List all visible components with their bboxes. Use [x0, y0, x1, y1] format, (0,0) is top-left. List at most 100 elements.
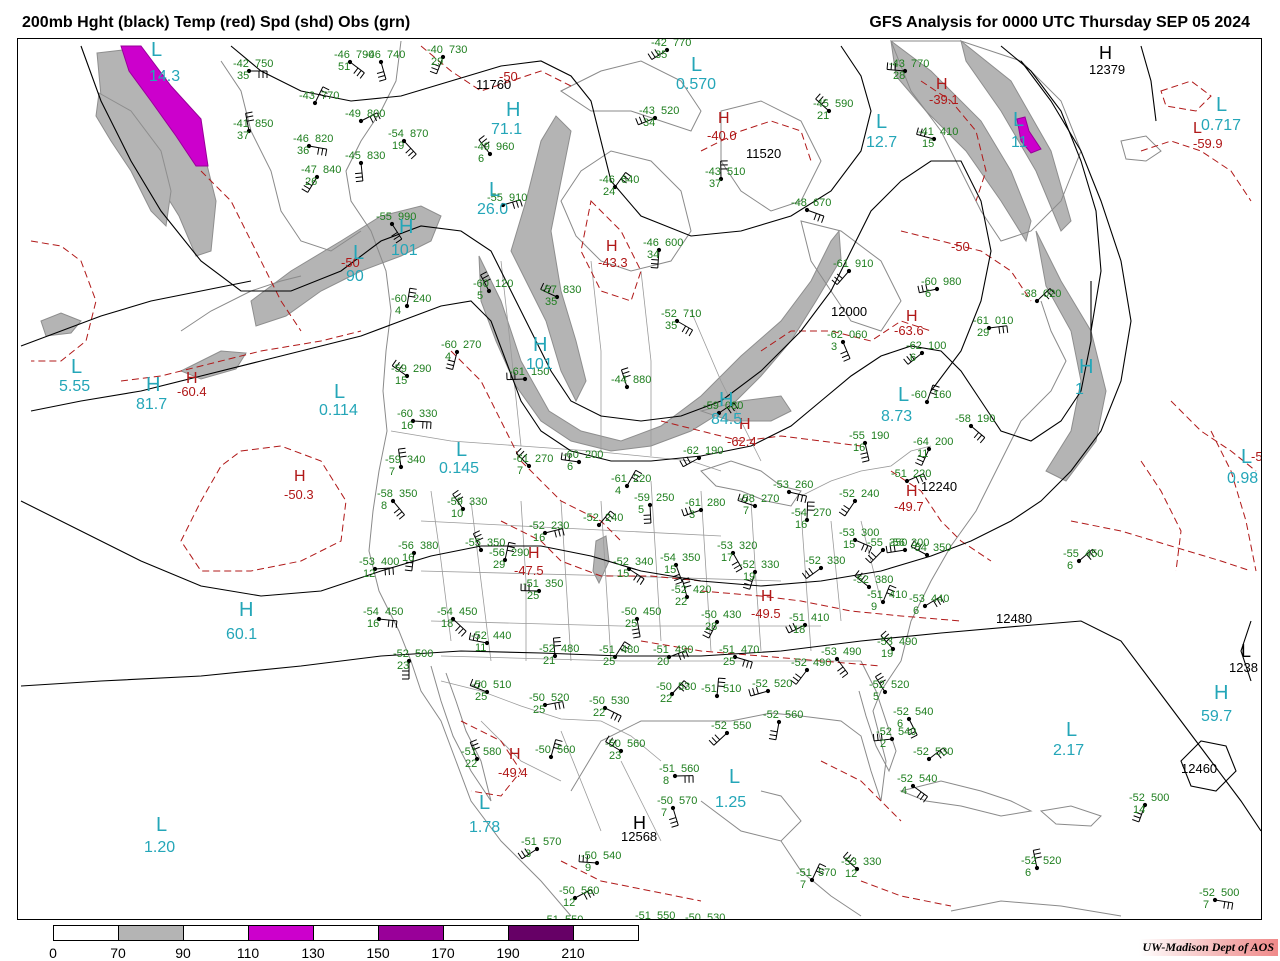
temp-center-value: -50.3	[284, 487, 314, 502]
obs-height: 230	[551, 520, 569, 532]
obs-temp: -60	[391, 293, 407, 305]
temp-center-letter: H	[509, 746, 521, 763]
speed-center-value: 0.145	[439, 460, 479, 477]
station-obs: -52560	[763, 709, 803, 721]
obs-dewpoint: 2	[880, 738, 886, 750]
station-obs: -51550	[635, 910, 675, 920]
station-obs: -52330	[805, 555, 845, 567]
obs-height: 880	[633, 374, 651, 386]
obs-height: 750	[255, 58, 273, 70]
obs-temp: -53	[841, 856, 857, 868]
obs-temp: -58	[955, 413, 971, 425]
obs-dewpoint: 20	[657, 656, 669, 668]
obs-dewpoint: 26	[305, 176, 317, 188]
wind-barb-icon	[411, 419, 431, 429]
station-obs: -52240	[583, 512, 623, 524]
obs-height: 190	[871, 430, 889, 442]
station-obs: -609806	[921, 276, 961, 300]
station-obs: -5933010	[447, 496, 487, 520]
obs-dewpoint: 21	[543, 655, 555, 667]
obs-dewpoint: 5	[477, 290, 483, 302]
obs-dewpoint: 22	[675, 596, 687, 608]
station-obs: -6420011	[913, 436, 953, 460]
station-obs: -515608	[659, 763, 699, 787]
obs-temp: -52	[583, 512, 599, 524]
obs-dewpoint: 17	[721, 552, 733, 564]
speed-center-value: 71.1	[491, 121, 522, 138]
obs-temp: -52	[529, 520, 545, 532]
obs-height: 540	[915, 706, 933, 718]
obs-dewpoint: 37	[237, 130, 249, 142]
station-obs: -525404	[897, 773, 937, 797]
temp-center-value: -49.5	[751, 606, 781, 621]
speed-center: H59.7	[1201, 682, 1232, 725]
obs-dewpoint: 11	[475, 642, 486, 654]
wind-barb-icon	[769, 720, 781, 739]
obs-temp: -59	[634, 492, 650, 504]
credit-logo: UW-Madison Dept of AOS	[1139, 939, 1278, 956]
obs-temp: -54	[791, 507, 807, 519]
speed-center-letter: L	[151, 39, 162, 61]
obs-temp: -62	[683, 445, 699, 457]
obs-height: 580	[483, 746, 501, 758]
obs-temp: -45	[813, 98, 829, 110]
station-obs: -5056023	[605, 738, 645, 762]
wind-barb-icon	[355, 161, 363, 181]
obs-temp: -46	[599, 174, 615, 186]
obs-height: 290	[413, 363, 431, 375]
speed-center-letter: L	[729, 766, 740, 788]
station-obs: -5056012	[559, 885, 599, 909]
obs-height: 350	[933, 542, 951, 554]
speed-center-letter: L	[691, 54, 702, 76]
obs-temp: -54	[363, 606, 379, 618]
station-obs: -525007	[1199, 887, 1239, 911]
obs-temp: -50	[529, 692, 545, 704]
wind-barb-icon	[969, 424, 984, 443]
station-obs: -5147025	[719, 644, 759, 668]
obs-dewpoint: 19	[392, 140, 404, 152]
obs-temp: -56	[889, 537, 905, 549]
station-obs: -593407	[385, 454, 425, 478]
speed-center-value: 1.20	[144, 839, 175, 856]
obs-temp: -46	[365, 49, 381, 61]
obs-dewpoint: 12	[845, 868, 857, 880]
obs-dewpoint: 16	[402, 552, 414, 564]
obs-temp: -50	[471, 679, 487, 691]
obs-height: 520	[661, 105, 679, 117]
obs-dewpoint: 16	[401, 420, 413, 432]
obs-height: 350	[399, 488, 417, 500]
temp-center-letter: H	[936, 76, 948, 93]
obs-temp: -41	[233, 118, 249, 130]
obs-height: 440	[931, 593, 949, 605]
station-obs: -61910	[833, 258, 873, 270]
obs-height: 510	[493, 679, 511, 691]
speed-center-letter: L	[489, 179, 500, 201]
obs-dewpoint: 6	[1025, 867, 1031, 879]
obs-temp: -56	[489, 547, 505, 559]
obs-height: 290	[511, 547, 529, 559]
speed-center-value: 14.3	[149, 68, 180, 85]
obs-temp: -52	[805, 555, 821, 567]
obs-height: 410	[940, 126, 958, 138]
obs-temp: -61	[833, 258, 849, 270]
station-obs: -620603	[827, 329, 867, 353]
colorbar-segment	[184, 926, 249, 941]
height-label: 12480	[996, 611, 1032, 626]
obs-dewpoint: 23	[397, 660, 409, 672]
station-obs: -583508	[377, 488, 417, 512]
station-obs: -5445018	[437, 606, 477, 630]
obs-height: 490	[675, 644, 693, 656]
height-label: 12000	[831, 304, 867, 319]
obs-temp: -50	[685, 912, 701, 920]
station-obs: -49800	[345, 108, 385, 120]
obs-dewpoint: 15	[617, 568, 629, 580]
station-obs: -602704	[441, 339, 481, 363]
obs-dewpoint: 16	[853, 442, 865, 454]
obs-height: 190	[705, 445, 723, 457]
obs-dewpoint: 16	[795, 519, 807, 531]
obs-height: 600	[665, 237, 683, 249]
station-obs: -5158022	[461, 746, 501, 770]
obs-temp: -43	[299, 90, 315, 102]
station-obs: -4351037	[705, 166, 745, 190]
obs-height: 500	[1221, 887, 1239, 899]
